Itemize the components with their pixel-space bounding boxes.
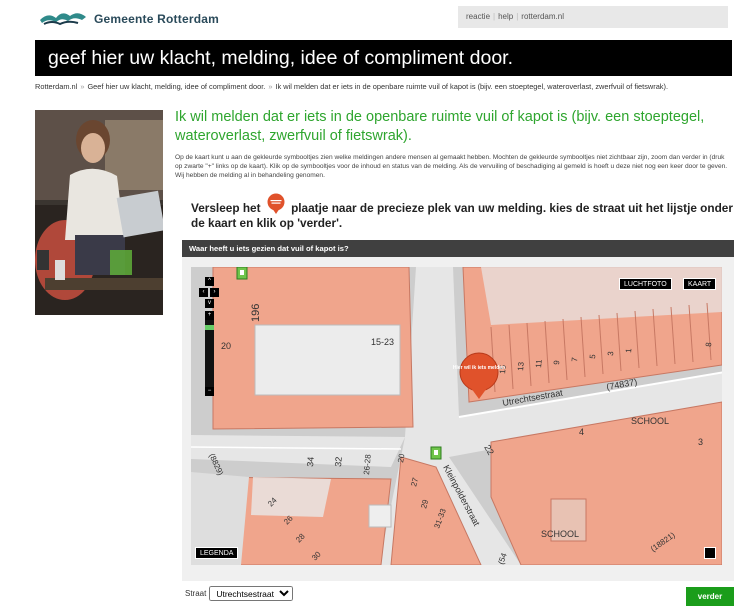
map-view-button[interactable]: KAART: [683, 278, 717, 290]
map-expand-icon[interactable]: [704, 547, 716, 559]
page-heading: Ik wil melden dat er iets in de openbare…: [175, 109, 705, 144]
pan-down-button[interactable]: v: [205, 299, 214, 308]
link-rotterdam[interactable]: rotterdam.nl: [521, 12, 564, 21]
map-label: 15-23: [371, 337, 394, 347]
report-marker-icon[interactable]: [236, 267, 248, 280]
breadcrumb: Rotterdam.nl» Geef hier uw klacht, meldin…: [35, 82, 735, 91]
street-selector-row: Straat Utrechtsestraat: [185, 586, 294, 601]
link-help[interactable]: help: [498, 12, 513, 21]
intro-text: Op de kaart kunt u aan de gekleurde symb…: [175, 154, 728, 179]
rotterdam-logo-icon: [40, 13, 86, 26]
street-select[interactable]: Utrechtsestraat: [209, 586, 294, 601]
next-button[interactable]: verder: [686, 587, 734, 606]
woman-with-laptop-image: [35, 110, 163, 315]
top-links: reactie | help | rotterdam.nl: [458, 6, 728, 28]
zoom-slider[interactable]: [205, 311, 214, 391]
hero-photo: [35, 110, 163, 315]
map-label: 13: [516, 361, 526, 371]
logo-text: Gemeente Rotterdam: [94, 12, 219, 26]
instruction-text: Versleep het plaatje naar de precieze pl…: [191, 193, 736, 231]
marker-pin-icon: [267, 193, 285, 214]
map-label: 32: [333, 456, 344, 467]
map-label: 26-28: [362, 453, 373, 475]
map-title-bar: Waar heeft u iets gezien dat vuil of kap…: [182, 240, 734, 257]
legend-button[interactable]: LEGENDA: [195, 547, 239, 559]
map-label: 11: [534, 359, 544, 369]
breadcrumb-current: Ik wil melden dat er iets in de openbare…: [275, 82, 669, 91]
breadcrumb-section[interactable]: Geef hier uw klacht, melding, idee of co…: [87, 82, 265, 91]
breadcrumb-separator-icon: »: [80, 82, 85, 91]
zoom-control: ^ ‹ › v + −: [199, 277, 221, 397]
school-label: SCHOOL: [541, 529, 579, 539]
map-container: 196 15-23 20 4 SCHOOL 3 22 SCHOOL 34 32 …: [182, 257, 734, 581]
breadcrumb-home[interactable]: Rotterdam.nl: [35, 82, 77, 91]
pan-up-button[interactable]: ^: [205, 277, 214, 286]
aerial-view-button[interactable]: LUCHTFOTO: [619, 278, 672, 290]
logo[interactable]: Gemeente Rotterdam: [38, 8, 219, 30]
report-marker-icon[interactable]: [430, 446, 442, 460]
street-map[interactable]: 196 15-23 20 4 SCHOOL 3 22 SCHOOL 34 32 …: [191, 267, 722, 565]
school-label: SCHOOL: [631, 416, 669, 426]
breadcrumb-separator-icon: »: [268, 82, 273, 91]
main-content: Ik wil melden dat er iets in de openbare…: [175, 108, 735, 180]
zoom-slider-handle[interactable]: [205, 325, 214, 330]
street-label: Straat: [185, 589, 207, 598]
map-label: 4: [579, 427, 584, 437]
zoom-in-button[interactable]: +: [205, 311, 214, 320]
map-label: 3: [698, 437, 703, 447]
instruction-part1: Versleep het: [191, 201, 261, 215]
pan-left-button[interactable]: ‹: [199, 288, 208, 297]
pan-right-button[interactable]: ›: [210, 288, 219, 297]
link-reactie[interactable]: reactie: [466, 12, 490, 21]
top-bar: Gemeente Rotterdam reactie | help | rotterda…: [0, 0, 740, 34]
page-banner: geef hier uw klacht, melding, idee of co…: [35, 40, 732, 76]
map-canvas[interactable]: 196 15-23 20 4 SCHOOL 3 22 SCHOOL 34 32 …: [191, 267, 722, 565]
zoom-out-button[interactable]: −: [205, 387, 214, 396]
page-title: geef hier uw klacht, melding, idee of co…: [48, 47, 514, 69]
map-label: 34: [305, 456, 316, 467]
marker-label: Hier wil ik iets melden: [453, 365, 505, 371]
map-label: 196: [250, 304, 262, 322]
map-label: 20: [221, 341, 231, 351]
